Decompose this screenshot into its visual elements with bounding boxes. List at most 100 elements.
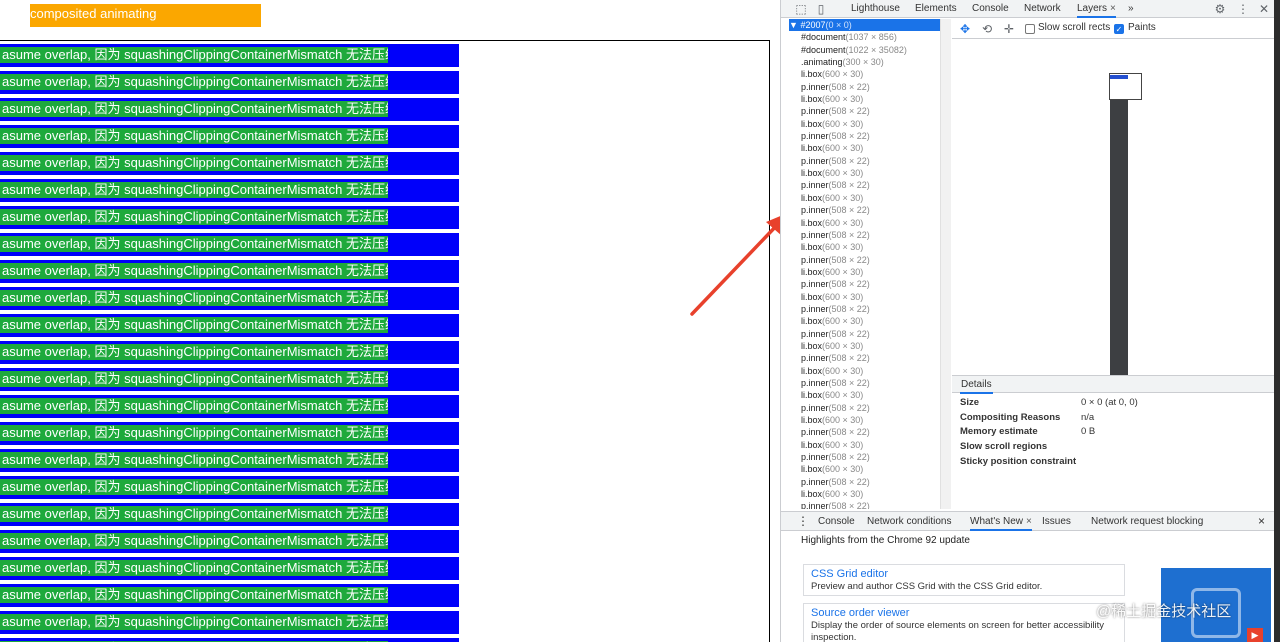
p-inner: asume overlap, 因为 squashingClippingConta… <box>0 209 388 225</box>
tab-network[interactable]: Network <box>1024 0 1061 18</box>
tree-row-root[interactable]: ▼ #2007(0 × 0) <box>789 19 941 32</box>
tree-row[interactable]: p.inner(508 × 22) <box>789 130 941 142</box>
rotate-mode-icon[interactable]: ⟲ <box>980 22 994 36</box>
p-inner: asume overlap, 因为 squashingClippingConta… <box>0 344 388 360</box>
p-inner: asume overlap, 因为 squashingClippingConta… <box>0 263 388 279</box>
li-box: asume overlap, 因为 squashingClippingConta… <box>0 584 459 607</box>
tree-row[interactable]: li.box(600 × 30) <box>789 315 941 327</box>
tree-node-name: li.box <box>801 266 823 277</box>
drawer-tab-network-request-blocking[interactable]: Network request blocking <box>1091 512 1203 531</box>
more-options-icon[interactable]: ⋮ <box>1236 2 1250 16</box>
news-title[interactable]: CSS Grid editor <box>811 567 1117 581</box>
news-card-css-grid[interactable]: CSS Grid editor Preview and author CSS G… <box>803 564 1125 596</box>
slow-scroll-rects-label: Slow scroll rects <box>1038 22 1111 33</box>
drawer-tab-console[interactable]: Console <box>818 512 855 531</box>
drawer-tab-issues[interactable]: Issues <box>1042 512 1071 531</box>
drawer-tab-whats-new[interactable]: What's New × <box>970 512 1032 531</box>
tree-row[interactable]: p.inner(508 × 22) <box>789 204 941 216</box>
tree-row[interactable]: p.inner(508 × 22) <box>789 179 941 191</box>
settings-gear-icon[interactable]: ⚙ <box>1213 2 1227 16</box>
tree-row[interactable]: p.inner(508 × 22) <box>789 500 941 509</box>
tree-row[interactable]: li.box(600 × 30) <box>789 93 941 105</box>
tree-node-dims: (508 × 22) <box>828 279 870 290</box>
tree-row[interactable]: li.box(600 × 30) <box>789 68 941 80</box>
play-icon: ▶ <box>1247 628 1263 642</box>
tree-node-name: .animating <box>801 57 843 68</box>
news-title[interactable]: Source order viewer <box>811 606 1117 620</box>
inspect-element-icon[interactable]: ⬚ <box>794 2 808 16</box>
tree-row[interactable]: li.box(600 × 30) <box>789 291 941 303</box>
p-inner: asume overlap, 因为 squashingClippingConta… <box>0 182 388 198</box>
tree-row[interactable]: p.inner(508 × 22) <box>789 451 941 463</box>
tab-layers[interactable]: Layers × <box>1077 0 1116 18</box>
tree-row[interactable]: li.box(600 × 30) <box>789 488 941 500</box>
tree-row[interactable]: li.box(600 × 30) <box>789 241 941 253</box>
news-card-source-order[interactable]: Source order viewer Display the order of… <box>803 603 1125 642</box>
tree-row[interactable]: li.box(600 × 30) <box>789 118 941 130</box>
tree-row[interactable]: li.box(600 × 30) <box>789 167 941 179</box>
tab-details[interactable]: Details <box>960 376 993 394</box>
tree-row[interactable]: p.inner(508 × 22) <box>789 229 941 241</box>
tree-row[interactable]: p.inner(508 × 22) <box>789 81 941 93</box>
drawer-menu-icon[interactable]: ⋮ <box>797 512 809 531</box>
pan-mode-icon[interactable]: ✥ <box>958 22 972 36</box>
tree-row[interactable]: p.inner(508 × 22) <box>789 155 941 167</box>
tree-row[interactable]: p.inner(508 × 22) <box>789 254 941 266</box>
tree-row[interactable]: .animating(300 × 30) <box>789 56 941 68</box>
tree-row[interactable]: li.box(600 × 30) <box>789 414 941 426</box>
close-devtools-icon[interactable]: ✕ <box>1257 2 1271 16</box>
li-box: asume overlap, 因为 squashingClippingConta… <box>0 125 459 148</box>
tree-row[interactable]: p.inner(508 × 22) <box>789 426 941 438</box>
p-inner: asume overlap, 因为 squashingClippingConta… <box>0 74 388 90</box>
layers-3d-view[interactable] <box>952 40 1274 375</box>
tree-row[interactable]: li.box(600 × 30) <box>789 217 941 229</box>
tree-row[interactable]: li.box(600 × 30) <box>789 340 941 352</box>
tree-node-dims: (508 × 22) <box>828 155 870 166</box>
drawer-tab-network-conditions[interactable]: Network conditions <box>867 512 951 531</box>
reset-transform-icon[interactable]: ✛ <box>1002 22 1016 36</box>
scroll-container[interactable]: asume overlap, 因为 squashingClippingConta… <box>0 40 770 642</box>
tab-console[interactable]: Console <box>972 0 1009 18</box>
tree-node-name: li.box <box>801 390 823 401</box>
tree-row[interactable]: p.inner(508 × 22) <box>789 278 941 290</box>
detail-row-memory-estimate: Memory estimate 0 B <box>960 425 1280 440</box>
tree-row[interactable]: p.inner(508 × 22) <box>789 105 941 117</box>
tree-row[interactable]: p.inner(508 × 22) <box>789 303 941 315</box>
tree-row[interactable]: li.box(600 × 30) <box>789 266 941 278</box>
tree-node-dims: (600 × 30) <box>822 291 864 302</box>
tree-row[interactable]: li.box(600 × 30) <box>789 365 941 377</box>
li-box: asume overlap, 因为 squashingClippingConta… <box>0 476 459 499</box>
slow-scroll-rects-checkbox[interactable] <box>1025 24 1035 34</box>
tree-node-name: p.inner <box>801 303 829 314</box>
tree-row[interactable]: li.box(600 × 30) <box>789 142 941 154</box>
detail-key: Memory estimate <box>960 426 1038 438</box>
tree-row[interactable]: p.inner(508 × 22) <box>789 328 941 340</box>
tree-row[interactable]: p.inner(508 × 22) <box>789 476 941 488</box>
tree-row[interactable]: p.inner(508 × 22) <box>789 352 941 364</box>
p-inner: asume overlap, 因为 squashingClippingConta… <box>0 155 388 171</box>
tree-row[interactable]: #document(1037 × 856) <box>789 31 941 43</box>
tab-layers-close-icon[interactable]: × <box>1110 3 1116 14</box>
p-inner: asume overlap, 因为 squashingClippingConta… <box>0 452 388 468</box>
li-box: asume overlap, 因为 squashingClippingConta… <box>0 449 459 472</box>
tab-elements[interactable]: Elements <box>915 0 957 18</box>
tree-node-name: li.box <box>801 192 823 203</box>
tree-expander-icon[interactable]: ▼ <box>789 20 798 30</box>
tab-lighthouse[interactable]: Lighthouse <box>851 0 900 18</box>
tree-row[interactable]: p.inner(508 × 22) <box>789 377 941 389</box>
device-toolbar-icon[interactable]: ▯ <box>814 2 828 16</box>
paints-label: Paints <box>1128 22 1156 33</box>
drawer-close-icon[interactable]: × <box>1258 512 1265 531</box>
tree-row[interactable]: li.box(600 × 30) <box>789 192 941 204</box>
tree-row[interactable]: li.box(600 × 30) <box>789 389 941 401</box>
tree-row[interactable]: li.box(600 × 30) <box>789 463 941 475</box>
layers-tree[interactable]: ▼ #2007(0 × 0) #document(1037 × 856) #doc… <box>789 19 941 509</box>
tree-row[interactable]: li.box(600 × 30) <box>789 439 941 451</box>
paints-checkbox[interactable]: ✓ <box>1114 24 1124 34</box>
tree-scrollbar[interactable] <box>940 19 951 509</box>
more-tabs-icon[interactable]: » <box>1128 0 1134 18</box>
tree-row[interactable]: #document(1022 × 35082) <box>789 44 941 56</box>
tree-node-name: p.inner <box>801 279 829 290</box>
tree-row[interactable]: p.inner(508 × 22) <box>789 402 941 414</box>
drawer-tab-whats-new-close-icon[interactable]: × <box>1026 516 1032 527</box>
